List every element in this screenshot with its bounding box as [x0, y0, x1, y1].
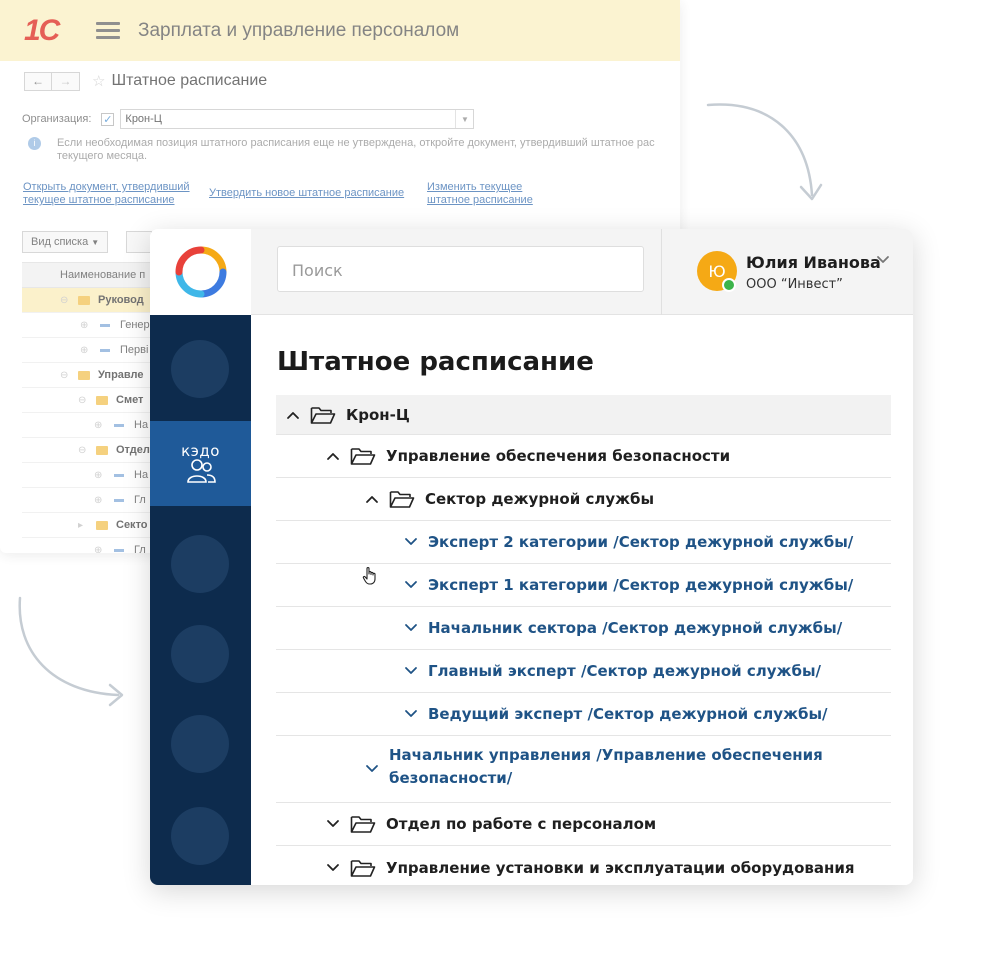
chevron-down-icon[interactable]: [404, 664, 418, 678]
sidebar-item[interactable]: [171, 807, 229, 865]
tree-row-label: Начальник сектора /Сектор дежурной служб…: [428, 619, 843, 637]
info-icon: i: [28, 137, 41, 150]
chevron-down-icon[interactable]: [404, 621, 418, 635]
tree-row-label: Управление обеспечения безопасности: [386, 447, 731, 465]
org-label: Организация:: [22, 113, 92, 125]
hamburger-menu-icon[interactable]: [96, 18, 120, 43]
chevron-down-icon[interactable]: [404, 707, 418, 721]
tree-row-label: Эксперт 2 категории /Сектор дежурной слу…: [428, 533, 854, 551]
users-icon: [186, 458, 216, 483]
tree-row-folder[interactable]: Управление обеспечения безопасности: [276, 435, 891, 478]
tree-row-folder[interactable]: Управление установки и эксплуатации обор…: [276, 846, 891, 885]
sidebar: кэдо: [150, 315, 251, 885]
org-select-value: Крон-Ц: [125, 113, 162, 125]
tree-row-label: Управление установки и эксплуатации обор…: [386, 858, 855, 877]
list-view-button[interactable]: Вид списка ▼: [22, 231, 109, 253]
sidebar-item-kedo[interactable]: кэдо: [150, 421, 251, 506]
curved-arrow-icon: [18, 596, 124, 707]
staff-tree: Крон-Ц Управление обеспечения безопаснос…: [276, 395, 891, 885]
chevron-up-icon[interactable]: [326, 449, 340, 463]
link-open-current-doc[interactable]: Открыть документ, утвердивший текущее шта…: [23, 181, 209, 207]
bg-app-title: Зарплата и управление персоналом: [138, 19, 460, 41]
sidebar-item[interactable]: [171, 535, 229, 593]
bg-info: i Если необходимая позиция штатного расп…: [28, 137, 680, 163]
sidebar-item[interactable]: [171, 340, 229, 398]
folder-open-icon: [310, 406, 336, 424]
folder-open-icon: [350, 816, 376, 833]
dropdown-triangle-icon[interactable]: ▼: [455, 110, 473, 128]
org-select[interactable]: Крон-Ц ▼: [120, 109, 475, 129]
tree-row-folder[interactable]: Сектор дежурной службы: [276, 478, 891, 521]
link-approve-new[interactable]: Утвердить новое штатное расписание: [209, 181, 427, 207]
tree-row-label: Главный эксперт /Сектор дежурной службы/: [428, 662, 822, 680]
tree-row-label: Начальник управления /Управление обеспеч…: [389, 746, 823, 787]
folder-open-icon: [389, 491, 415, 508]
hand-cursor-icon: [362, 566, 376, 585]
brand-ring-icon: [175, 246, 226, 298]
bg-org-row: Организация: ✓ Крон-Ц ▼: [22, 109, 680, 129]
chevron-down-icon[interactable]: [326, 817, 340, 831]
tree-row-label: Ведущий эксперт /Сектор дежурной службы/: [428, 705, 828, 723]
bg-header: 1С Зарплата и управление персоналом: [0, 0, 680, 61]
org-checkbox[interactable]: ✓: [101, 112, 115, 126]
user-name[interactable]: Юлия Иванова: [746, 253, 881, 272]
tree-row-label: Крон-Ц: [346, 405, 410, 424]
chevron-down-icon[interactable]: [876, 253, 890, 267]
curved-arrow-icon: [706, 103, 823, 201]
chevron-up-icon[interactable]: [286, 408, 300, 422]
user-org: ООО “Инвест”: [746, 277, 843, 292]
page-title: Штатное расписание: [277, 347, 594, 377]
bg-links: Открыть документ, утвердивший текущее шта…: [23, 181, 680, 207]
bg-doc-title: Штатное расписание: [111, 72, 268, 89]
tree-row-label: Эксперт 1 категории /Сектор дежурной слу…: [428, 576, 854, 594]
bg-toolbar: ← → ☆ Штатное расписание: [24, 71, 680, 91]
sidebar-item[interactable]: [171, 625, 229, 683]
info-text-2: текущего месяца.: [57, 150, 148, 162]
sidebar-item-label: кэдо: [181, 441, 220, 460]
tree-row-position[interactable]: Эксперт 2 категории /Сектор дежурной слу…: [276, 521, 891, 564]
folder-open-icon: [350, 448, 376, 465]
tree-row-position[interactable]: Ведущий эксперт /Сектор дежурной службы/: [276, 693, 891, 736]
tree-row-folder[interactable]: Крон-Ц: [276, 395, 891, 435]
star-icon[interactable]: ☆: [92, 72, 105, 90]
divider: [661, 229, 662, 315]
info-text-1: Если необходимая позиция штатного распис…: [57, 137, 655, 149]
chevron-down-icon[interactable]: [326, 861, 340, 875]
tree-row-position[interactable]: Главный эксперт /Сектор дежурной службы/: [276, 650, 891, 693]
1c-logo: 1С: [24, 13, 60, 47]
online-status-icon: [722, 278, 736, 292]
tree-row-position[interactable]: Начальник сектора /Сектор дежурной служб…: [276, 607, 891, 650]
tree-row-folder[interactable]: Отдел по работе с персоналом: [276, 803, 891, 846]
main-content: Штатное расписание Крон-Ц Управление обе…: [251, 315, 913, 885]
back-arrow-icon[interactable]: ←: [24, 71, 52, 91]
top-bar: Поиск Ю Юлия Иванова ООО “Инвест”: [150, 229, 913, 315]
kedo-app-window: Поиск Ю Юлия Иванова ООО “Инвест” кэдо Ш…: [150, 229, 913, 885]
app-logo[interactable]: [150, 229, 251, 315]
link-change-current[interactable]: Изменить текущее штатное расписание: [427, 181, 557, 207]
chevron-down-icon[interactable]: [365, 762, 379, 776]
forward-arrow-icon[interactable]: →: [52, 71, 80, 91]
tree-row-label: Отдел по работе с персоналом: [386, 815, 657, 833]
folder-open-icon: [350, 859, 376, 877]
tree-row-label: Сектор дежурной службы: [425, 490, 655, 508]
attach-button[interactable]: [126, 231, 153, 253]
chevron-up-icon[interactable]: [365, 492, 379, 506]
chevron-down-icon[interactable]: [404, 578, 418, 592]
search-input[interactable]: Поиск: [277, 246, 644, 292]
sidebar-item[interactable]: [171, 715, 229, 773]
tree-row-position[interactable]: Начальник управления /Управление обеспеч…: [276, 736, 891, 803]
chevron-down-icon[interactable]: [404, 535, 418, 549]
